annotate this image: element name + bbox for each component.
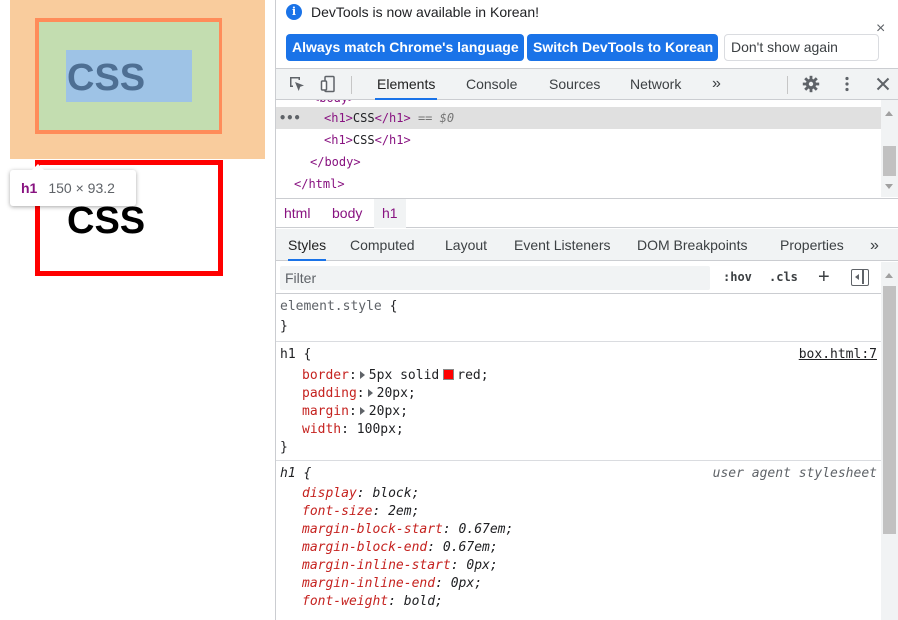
user-agent-label: user agent stylesheet: [712, 466, 877, 481]
more-options-icon[interactable]: [837, 75, 857, 95]
page-viewport: CSS CSS h1 150 × 93.2: [0, 0, 275, 620]
device-toolbar-icon[interactable]: [319, 75, 339, 95]
second-heading[interactable]: CSS: [67, 202, 145, 240]
breadcrumb-html[interactable]: html: [276, 199, 318, 228]
color-swatch[interactable]: [443, 369, 455, 380]
tree-row-selected[interactable]: ••• <h1>CSS</h1> == $0: [276, 107, 881, 129]
tree-row[interactable]: </body>: [276, 151, 881, 173]
toolbar-divider: [351, 76, 352, 94]
breadcrumb-h1[interactable]: h1: [374, 199, 406, 228]
hov-toggle[interactable]: :hov: [723, 270, 752, 284]
tree-row[interactable]: </html>: [276, 173, 881, 195]
declaration: margin-block-start: 0.67em;: [302, 522, 514, 537]
toolbar-divider: [787, 76, 788, 94]
switch-to-korean-button[interactable]: Switch DevTools to Korean: [527, 34, 718, 61]
styles-tabbar: Styles Computed Layout Event Listeners D…: [276, 229, 898, 261]
more-styles-tabs-icon[interactable]: »: [870, 229, 879, 261]
always-match-language-button[interactable]: Always match Chrome's language: [286, 34, 524, 61]
scroll-thumb[interactable]: [883, 286, 896, 534]
gear-icon[interactable]: [801, 75, 821, 95]
source-link[interactable]: box.html:7: [799, 346, 877, 364]
declaration[interactable]: border: 5px solid red;: [302, 367, 489, 385]
declaration: font-size: 2em;: [302, 504, 420, 519]
declaration: font-weight: bold;: [302, 594, 443, 609]
declaration: margin-inline-end: 0px;: [302, 576, 483, 591]
rule-selector[interactable]: element.style: [280, 299, 382, 314]
tab-properties[interactable]: Properties: [780, 229, 844, 261]
user-agent-rule: h1 { user agent stylesheet display: bloc…: [280, 466, 877, 609]
tab-network[interactable]: Network: [628, 69, 683, 100]
tab-event-listeners[interactable]: Event Listeners: [514, 229, 611, 261]
tab-console[interactable]: Console: [464, 69, 519, 100]
tab-layout[interactable]: Layout: [445, 229, 487, 261]
close-devtools-icon[interactable]: [873, 75, 893, 95]
tab-dom-breakpoints[interactable]: DOM Breakpoints: [637, 229, 747, 261]
dont-show-again-button[interactable]: Don't show again: [724, 34, 879, 61]
inspect-element-icon[interactable]: [287, 75, 307, 95]
declaration[interactable]: padding: 20px;: [302, 385, 416, 403]
scroll-thumb[interactable]: [883, 146, 896, 176]
tree-row[interactable]: <h1>CSS</h1>: [276, 129, 881, 151]
toggle-sidebar-icon[interactable]: [851, 269, 869, 286]
styles-pane: element.style { } h1 { box.html:7 border…: [276, 295, 881, 620]
tooltip-size: 150 × 93.2: [48, 180, 115, 196]
tab-elements[interactable]: Elements: [375, 69, 438, 100]
highlighted-heading[interactable]: CSS: [67, 59, 145, 97]
breadcrumb-body[interactable]: body: [324, 199, 370, 228]
expand-icon[interactable]: [359, 407, 365, 415]
breadcrumb: html body h1: [276, 198, 898, 228]
inspect-tooltip: h1 150 × 93.2: [10, 164, 136, 206]
tree-scrollbar[interactable]: [881, 100, 898, 197]
declaration[interactable]: margin: 20px;: [302, 403, 408, 421]
info-icon: i: [286, 4, 302, 20]
language-infobar: i DevTools is now available in Korean! ×…: [276, 0, 898, 68]
scroll-up-icon[interactable]: [885, 273, 893, 278]
declaration: margin-block-end: 0.67em;: [302, 540, 498, 555]
declaration: margin-inline-start: 0px;: [302, 558, 498, 573]
elements-tree: <body> ••• <h1>CSS</h1> == $0 <h1>CSS</h…: [276, 100, 881, 197]
new-rule-icon[interactable]: +: [818, 266, 830, 289]
more-tabs-icon[interactable]: »: [710, 69, 723, 100]
styles-scrollbar[interactable]: [881, 262, 898, 620]
devtools-panel: i DevTools is now available in Korean! ×…: [275, 0, 898, 620]
cls-toggle[interactable]: .cls: [769, 270, 798, 284]
tooltip-tag: h1: [21, 180, 38, 196]
declaration[interactable]: width: 100px;: [302, 421, 404, 439]
tab-computed[interactable]: Computed: [350, 229, 415, 261]
scroll-down-icon[interactable]: [885, 184, 893, 189]
declaration: display: block;: [302, 486, 420, 501]
rule-selector: h1: [280, 466, 296, 481]
infobar-message: DevTools is now available in Korean!: [311, 4, 540, 20]
h1-rule: h1 { box.html:7 border: 5px solid red; pad…: [276, 343, 881, 461]
scroll-up-icon[interactable]: [885, 111, 893, 116]
styles-filter-bar: :hov .cls +: [276, 262, 898, 294]
tab-styles[interactable]: Styles: [288, 229, 327, 261]
tab-sources[interactable]: Sources: [547, 69, 602, 100]
expand-icon[interactable]: [367, 389, 373, 397]
filter-input[interactable]: [280, 266, 710, 290]
element-style-rule: element.style { }: [276, 295, 881, 342]
main-toolbar: Elements Console Sources Network »: [276, 68, 898, 100]
expand-icon[interactable]: [359, 371, 365, 379]
ellipsis-icon[interactable]: •••: [279, 107, 301, 129]
rule-selector[interactable]: h1: [280, 347, 296, 362]
